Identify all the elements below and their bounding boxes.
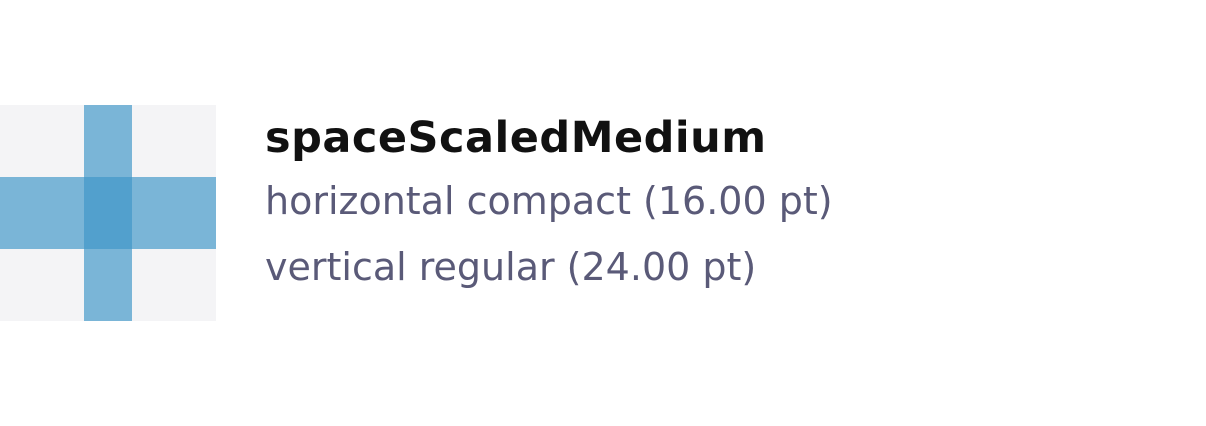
vertical-spacing-bar	[84, 105, 132, 321]
spacing-swatch	[0, 105, 216, 321]
horizontal-spacing-label: horizontal compact (16.00 pt)	[265, 179, 833, 223]
token-name: spaceScaledMedium	[265, 113, 767, 163]
spacing-token-card: spaceScaledMedium horizontal compact (16…	[0, 0, 1206, 426]
vertical-spacing-label: vertical regular (24.00 pt)	[265, 245, 757, 289]
token-description: spaceScaledMedium horizontal compact (16…	[265, 108, 833, 300]
